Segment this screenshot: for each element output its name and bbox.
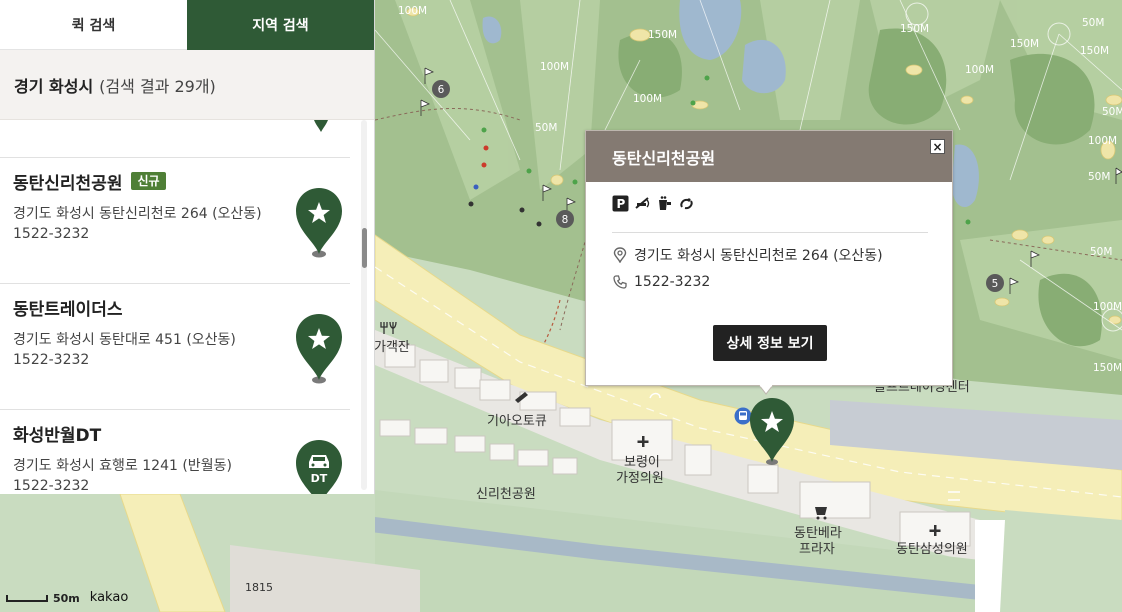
tab-region-search[interactable]: 지역 검색 (187, 0, 374, 50)
new-badge: 신규 (131, 172, 166, 190)
map-label-sinricheon-park: 신리천공원 (476, 487, 536, 502)
close-icon[interactable]: × (930, 139, 945, 154)
distance-label: 50M (1082, 17, 1104, 29)
store-name: 동탄신리천공원 (13, 173, 123, 194)
star-pin-icon (294, 186, 344, 260)
distance-label: 50M (1102, 106, 1122, 118)
search-tabs: 퀵 검색 지역 검색 (0, 0, 374, 50)
hole-number: 5 (992, 278, 999, 290)
drive-thru-pin-icon: DT (294, 438, 344, 494)
map-label-kia-autoq: 기아오토큐 (487, 414, 547, 429)
distance-label: 100M (398, 5, 427, 17)
list-pin-partial (314, 120, 328, 132)
scrollbar-track[interactable] (361, 120, 367, 490)
detail-info-button[interactable]: 상세 정보 보기 (713, 325, 827, 361)
map-label-dongtan-bella: 동탄베라 (794, 526, 842, 541)
scrollbar-thumb[interactable] (362, 228, 367, 268)
map-scale: 50m kakao (6, 590, 128, 605)
distance-label: 150M (648, 29, 677, 41)
popup-divider (612, 232, 928, 233)
list-item[interactable]: 동탄신리천공원 신규 경기도 화성시 동탄신리천로 264 (오산동) 1522… (0, 157, 350, 283)
distance-label: 100M (633, 93, 662, 105)
distance-label: 100M (1088, 135, 1117, 147)
recycle-icon (678, 195, 695, 212)
map-label-gagakjan: 가객잔 (374, 340, 410, 355)
svg-text:P: P (617, 197, 626, 211)
hole-number: 6 (438, 84, 445, 96)
map-label-boryeong-2: 가정의원 (616, 471, 664, 486)
store-name: 화성반월DT (13, 425, 102, 446)
store-info-popup: 동탄신리천공원 × P 경기도 화성시 동탄신리천로 264 (오산동) 152… (585, 130, 953, 395)
distance-label: 150M (1010, 38, 1039, 50)
no-smoking-icon (634, 195, 651, 212)
amenity-icons: P (612, 195, 695, 212)
svg-text:DT: DT (311, 472, 328, 485)
store-name: 동탄트레이더스 (13, 299, 123, 320)
list-item[interactable]: 동탄트레이더스 경기도 화성시 동탄대로 451 (오산동) 1522-3232 (0, 283, 350, 409)
star-pin-icon (294, 312, 344, 386)
distance-label: 50M (535, 122, 557, 134)
popup-address-row: 경기도 화성시 동탄신리천로 264 (오산동) (612, 245, 883, 265)
result-region: 경기 화성시 (14, 76, 94, 96)
popup-tail (759, 385, 773, 395)
list-item[interactable]: 화성반월DT 경기도 화성시 효행로 1241 (반월동) 1522-3232 … (0, 409, 350, 494)
phone-icon (612, 274, 628, 290)
popup-phone: 1522-3232 (634, 274, 711, 290)
store-list[interactable]: 동탄신리천공원 신규 경기도 화성시 동탄신리천로 264 (오산동) 1522… (0, 120, 375, 494)
distance-label: 100M (965, 64, 994, 76)
location-icon (612, 247, 628, 263)
popup-title: 동탄신리천공원 (586, 131, 952, 182)
hole-number: 8 (562, 214, 569, 226)
map-label-dongtan-samsung: 동탄삼성의원 (896, 542, 968, 557)
drink-icon (656, 195, 673, 212)
tab-quick-search[interactable]: 퀵 검색 (0, 0, 187, 50)
distance-label: 150M (1080, 45, 1109, 57)
kakao-logo: kakao (89, 590, 129, 605)
map-label-1815: 1815 (245, 581, 273, 594)
distance-label: 50M (1088, 171, 1110, 183)
distance-label: 100M (1093, 301, 1122, 313)
scale-value: 50m (53, 592, 80, 605)
popup-address: 경기도 화성시 동탄신리천로 264 (오산동) (634, 248, 883, 264)
parking-icon: P (612, 195, 629, 212)
search-panel: 퀵 검색 지역 검색 경기 화성시 (검색 결과 29개) 동탄신리천공원 신규… (0, 0, 375, 494)
popup-phone-row: 1522-3232 (612, 274, 710, 290)
result-header: 경기 화성시 (검색 결과 29개) (0, 50, 374, 120)
result-count: (검색 결과 29개) (99, 76, 216, 96)
distance-label: 100M (540, 61, 569, 73)
distance-label: 50M (1090, 246, 1112, 258)
distance-label: 150M (1093, 362, 1122, 374)
map-label-boryeong: 보령이 (624, 455, 660, 470)
distance-label: 150M (900, 23, 929, 35)
map-location-pin[interactable] (748, 396, 796, 468)
map-label-dongtan-bella-2: 프라자 (799, 542, 835, 557)
scale-bar (6, 595, 48, 602)
